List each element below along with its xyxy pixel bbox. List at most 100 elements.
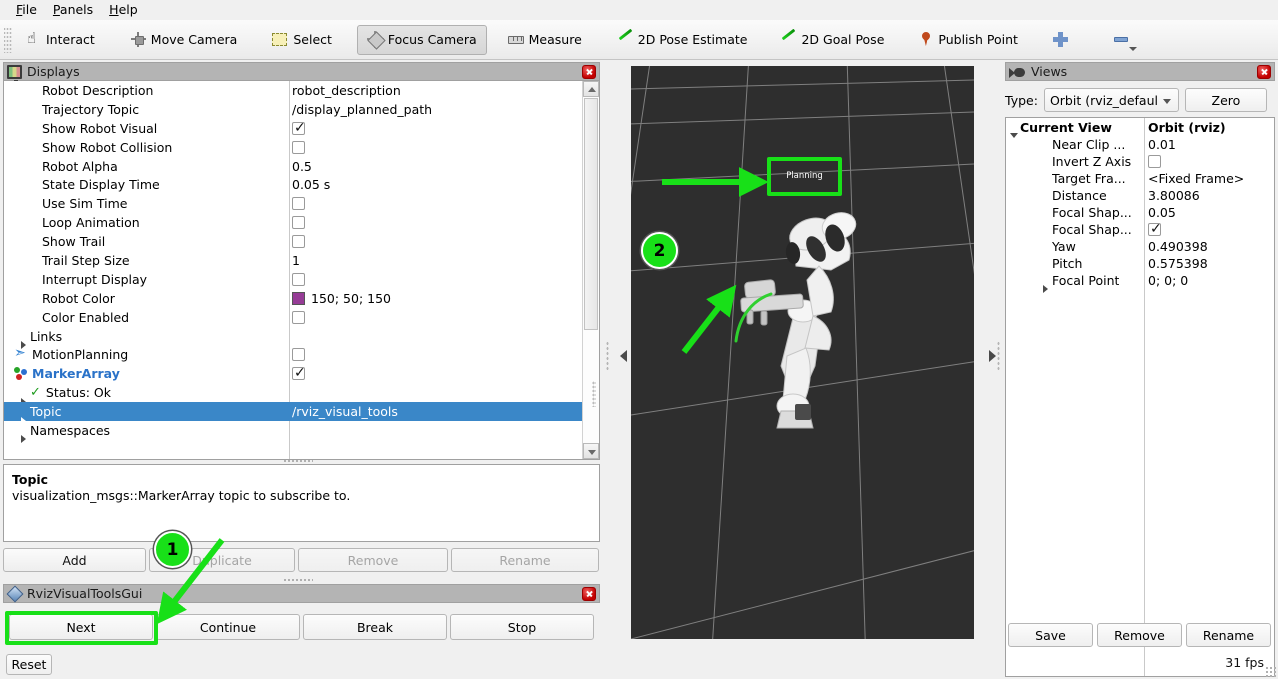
close-icon[interactable] (582, 64, 596, 79)
rename-display-button[interactable]: Rename (451, 548, 599, 572)
tool-interact[interactable]: Interact (15, 25, 105, 55)
rename-view-button[interactable]: Rename (1186, 623, 1271, 647)
scroll-down-icon[interactable] (583, 443, 599, 459)
views-row-invert-z-axis[interactable]: Invert Z Axis (1006, 153, 1274, 170)
display-row-robot-description[interactable]: Robot Description robot_description (4, 81, 582, 100)
description-text: visualization_msgs::MarkerArray topic to… (12, 488, 351, 503)
add-display-button[interactable]: Add (3, 548, 146, 572)
display-row-show-robot-visual[interactable]: Show Robot Visual (4, 119, 582, 138)
row-label: Links (30, 328, 63, 344)
checkbox-markerarray[interactable] (292, 365, 306, 381)
tool-add[interactable] (1045, 25, 1076, 55)
tool-2d-pose-estimate[interactable]: 2D Pose Estimate (607, 25, 758, 55)
plus-icon (1051, 31, 1069, 48)
rviz-visual-tools-panel: RvizVisualToolsGui (3, 584, 600, 605)
scrollbar-thumb[interactable] (584, 98, 598, 330)
checkbox-focal-shape-fixed-size[interactable] (1148, 221, 1162, 237)
view-type-combobox[interactable]: Orbit (rviz_defaul (1043, 88, 1179, 112)
display-row-markerarray[interactable]: MarkerArray (4, 364, 582, 383)
views-row-distance[interactable]: Distance 3.80086 (1006, 187, 1274, 204)
display-row-show-robot-collision[interactable]: Show Robot Collision (4, 138, 582, 157)
display-row-topic[interactable]: Topic /rviz_visual_tools (4, 402, 582, 425)
checkbox-show-robot-visual[interactable] (292, 120, 306, 136)
scroll-up-icon[interactable] (583, 81, 599, 97)
window-resize-grip[interactable] (1265, 666, 1276, 677)
menu-panels[interactable]: Panels (45, 1, 101, 19)
views-row-focal-shape-fixed-size[interactable]: Focal Shap... (1006, 221, 1274, 238)
tool-2d-goal-pose[interactable]: 2D Goal Pose (770, 25, 894, 55)
collapse-left-arrow-icon[interactable] (616, 336, 630, 376)
toolbar-drag-handle[interactable] (4, 26, 12, 53)
views-row-yaw[interactable]: Yaw 0.490398 (1006, 238, 1274, 255)
checkbox-show-trail[interactable] (292, 235, 305, 249)
menu-file[interactable]: FFileile (8, 1, 45, 19)
row-value[interactable]: <Fixed Frame> (1144, 171, 1274, 186)
remove-view-button[interactable]: Remove (1097, 623, 1182, 647)
display-row-namespaces[interactable]: Namespaces (4, 421, 582, 444)
tool-select[interactable]: Select (262, 25, 342, 55)
row-value[interactable]: 3.80086 (1144, 188, 1274, 203)
checkbox-color-enabled[interactable] (292, 310, 305, 324)
row-value[interactable]: 0.5 (289, 159, 582, 174)
remove-display-button[interactable]: Remove (298, 548, 448, 572)
tool-publish-point[interactable]: Publish Point (907, 25, 1028, 55)
continue-button[interactable]: Continue (156, 614, 300, 640)
tool-focus-camera[interactable]: Focus Camera (356, 24, 487, 55)
close-icon[interactable] (582, 586, 596, 601)
row-value[interactable]: 1 (289, 253, 582, 268)
row-value[interactable]: /display_planned_path (289, 102, 582, 117)
row-label: Trajectory Topic (42, 101, 140, 117)
checkbox-interrupt-display[interactable] (292, 272, 305, 286)
tool-move-camera[interactable]: Move Camera (120, 25, 248, 55)
views-row-near-clip[interactable]: Near Clip ... 0.01 (1006, 136, 1274, 153)
display-row-trajectory-topic[interactable]: Trajectory Topic /display_planned_path (4, 100, 582, 119)
row-value[interactable]: robot_description (289, 83, 582, 98)
display-row-links[interactable]: Links (4, 327, 582, 350)
tool-measure[interactable]: Measure (498, 25, 592, 55)
row-label: Focal Point (1052, 273, 1120, 288)
row-value[interactable]: 0.490398 (1144, 239, 1274, 254)
planning-marker-label: Planning (786, 171, 823, 181)
display-row-status[interactable]: ✓ Status: Ok (4, 383, 582, 406)
row-value[interactable]: 0; 0; 0 (1144, 273, 1274, 288)
rvt-splitter[interactable] (283, 578, 313, 583)
row-value[interactable]: 0.01 (1144, 137, 1274, 152)
checkbox-show-robot-collision[interactable] (292, 140, 305, 154)
checkbox-motionplanning[interactable] (292, 348, 305, 362)
checkbox-use-sim-time[interactable] (292, 197, 305, 211)
display-row-state-display-time[interactable]: State Display Time 0.05 s (4, 175, 582, 194)
display-row-loop-animation[interactable]: Loop Animation (4, 213, 582, 232)
views-row-focal-shape-size[interactable]: Focal Shap... 0.05 (1006, 204, 1274, 221)
checkbox-loop-animation[interactable] (292, 216, 305, 230)
row-value[interactable]: 0.05 (1144, 205, 1274, 220)
row-label: Distance (1052, 188, 1107, 203)
reset-button[interactable]: Reset (6, 654, 52, 675)
break-button[interactable]: Break (303, 614, 447, 640)
checkbox-invert-z-axis[interactable] (1148, 155, 1161, 168)
displays-scrollbar[interactable] (582, 81, 599, 459)
display-row-color-enabled[interactable]: Color Enabled (4, 308, 582, 327)
row-value[interactable]: 0.05 s (289, 177, 582, 192)
views-row-current-view[interactable]: Current View Orbit (rviz) (1006, 118, 1274, 138)
save-view-button[interactable]: Save (1008, 623, 1093, 647)
display-row-use-sim-time[interactable]: Use Sim Time (4, 194, 582, 213)
display-row-trail-step-size[interactable]: Trail Step Size 1 (4, 251, 582, 270)
stop-button[interactable]: Stop (450, 614, 594, 640)
views-row-focal-point[interactable]: Focal Point 0; 0; 0 (1006, 272, 1274, 293)
menu-bar: FFileile Panels Help (0, 0, 1278, 20)
views-row-target-frame[interactable]: Target Fra... <Fixed Frame> (1006, 170, 1274, 187)
display-row-motionplanning[interactable]: MotionPlanning (4, 345, 582, 364)
zero-button[interactable]: Zero (1184, 88, 1267, 112)
display-row-robot-color[interactable]: Robot Color 150; 50; 150 (4, 289, 582, 308)
display-row-interrupt-display[interactable]: Interrupt Display (4, 270, 582, 289)
menu-help[interactable]: Help (101, 1, 146, 19)
display-row-robot-alpha[interactable]: Robot Alpha 0.5 (4, 157, 582, 176)
render-viewport[interactable] (631, 66, 974, 639)
display-row-show-trail[interactable]: Show Trail (4, 232, 582, 251)
tool-remove[interactable] (1107, 25, 1138, 55)
row-value[interactable]: /rviz_visual_tools (289, 404, 582, 419)
row-value[interactable]: 0.575398 (1144, 256, 1274, 271)
views-row-pitch[interactable]: Pitch 0.575398 (1006, 255, 1274, 272)
color-swatch[interactable] (292, 291, 305, 305)
close-icon[interactable] (1257, 64, 1271, 79)
